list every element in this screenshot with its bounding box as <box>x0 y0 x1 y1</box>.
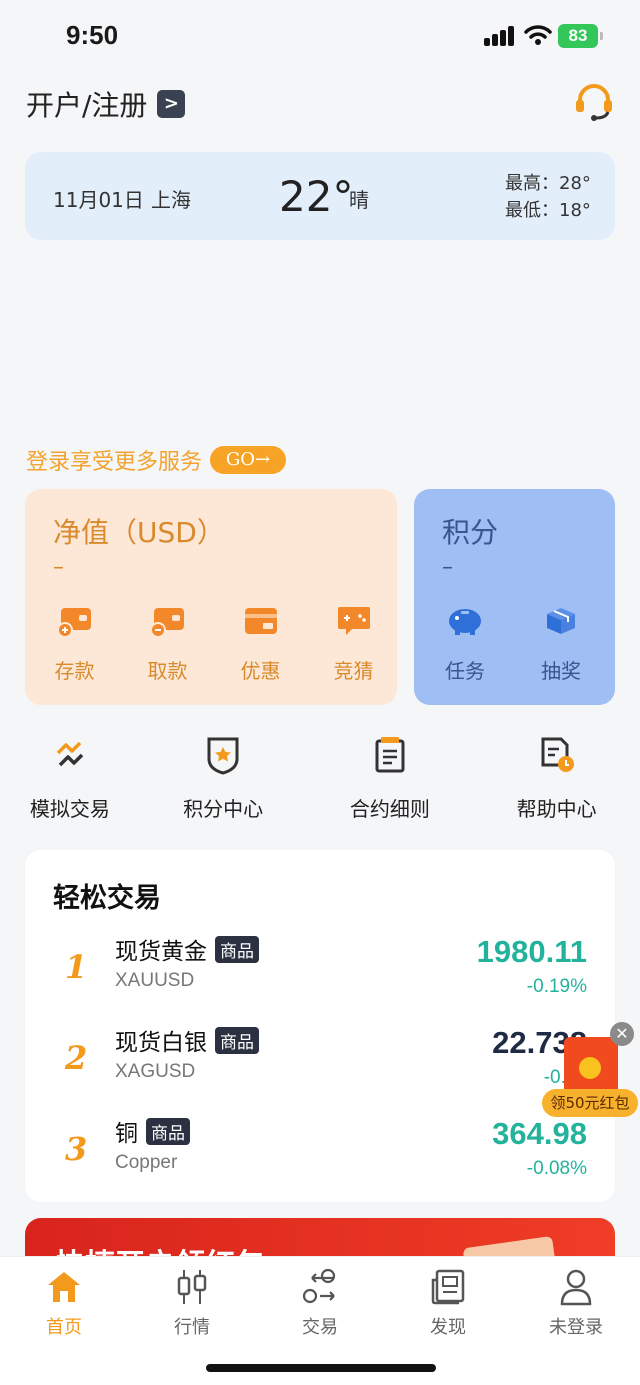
register-title: 开户/注册 <box>26 89 148 122</box>
game-icon <box>310 601 397 641</box>
rank-number: 2 <box>65 1039 88 1077</box>
net-value-amount: – <box>53 555 64 580</box>
easy-trade-title: 轻松交易 <box>53 883 161 914</box>
quick-links: 模拟交易 积分中心 合约细则 帮助中心 <box>0 733 640 822</box>
tab-profile-label: 未登录 <box>549 1317 603 1338</box>
tab-market-label: 行情 <box>174 1317 210 1338</box>
status-bar: 9:50 83 <box>0 0 640 72</box>
lottery-label: 抽奖 <box>541 659 581 683</box>
quick-simulate[interactable]: 模拟交易 <box>0 733 140 822</box>
promo-button[interactable]: 优惠 <box>217 601 304 684</box>
product-code: XAUUSD <box>115 970 195 991</box>
weather-city: 上海 <box>151 188 191 212</box>
product-price: 364.98 <box>492 1116 587 1151</box>
battery-icon: 83 <box>558 24 603 48</box>
trade-row-gold[interactable]: 1 现货黄金 商品 XAUUSD 1980.11 -0.19% <box>25 928 615 1018</box>
weather-date: 11月01日 <box>53 188 144 212</box>
wallet-plus-icon <box>31 601 118 641</box>
quick-help-label: 帮助中心 <box>516 797 597 821</box>
customer-service-icon[interactable] <box>572 82 616 126</box>
discover-icon <box>384 1265 512 1309</box>
register-link[interactable]: 开户/注册 > <box>26 84 186 124</box>
deposit-button[interactable]: 存款 <box>31 601 118 684</box>
withdraw-button[interactable]: 取款 <box>124 601 211 684</box>
easy-trade-card: 轻松交易 1 现货黄金 商品 XAUUSD 1980.11 -0.19% 2 现… <box>25 850 615 1202</box>
quick-points-center[interactable]: 积分中心 <box>140 733 307 822</box>
task-label: 任务 <box>445 659 485 683</box>
tab-trade-label: 交易 <box>302 1317 338 1338</box>
product-change: -0.08% <box>526 1158 587 1179</box>
lottery-button[interactable]: 抽奖 <box>516 601 606 684</box>
net-value-title: 净值（USD） <box>53 516 225 549</box>
weather-card: 11月01日 上海 22° 晴 最高：28° 最低：18° <box>25 152 615 240</box>
points-card[interactable]: 积分 – 任务 抽奖 <box>414 489 615 705</box>
home-icon <box>0 1265 128 1309</box>
weather-high: 最高：28° <box>505 173 591 194</box>
trade-icon <box>256 1265 384 1309</box>
tab-discover-label: 发现 <box>430 1317 466 1338</box>
net-value-card[interactable]: 净值（USD） – 存款 取款 优惠 竞猜 <box>25 489 397 705</box>
points-amount: – <box>442 555 453 580</box>
weather-condition: 晴 <box>349 188 369 212</box>
quick-contract[interactable]: 合约细则 <box>307 733 474 822</box>
login-text: 登录享受更多服务 <box>26 450 203 475</box>
quick-contract-label: 合约细则 <box>349 797 430 821</box>
product-code: XAGUSD <box>115 1061 196 1082</box>
rank-number: 3 <box>65 1130 88 1168</box>
home-indicator[interactable] <box>206 1364 436 1372</box>
chevron-right-icon: > <box>157 90 186 118</box>
points-title: 积分 <box>442 516 499 549</box>
product-name: 铜 <box>115 1121 138 1147</box>
weather-temp: 22° <box>279 172 354 221</box>
red-packet-icon[interactable] <box>564 1037 618 1095</box>
guess-button[interactable]: 竞猜 <box>310 601 397 684</box>
contract-icon <box>307 733 474 777</box>
help-doc-icon <box>473 733 640 777</box>
trade-row-silver[interactable]: 2 现货白银 商品 XAGUSD 22.738 -0.64 <box>25 1019 615 1109</box>
tab-home[interactable]: 首页 <box>0 1257 128 1385</box>
product-name: 现货黄金 <box>115 939 207 965</box>
product-name-row: 铜 商品 <box>115 1114 190 1148</box>
trade-row-copper[interactable]: 3 铜 商品 Copper 364.98 -0.08% <box>25 1110 615 1200</box>
quick-points-center-label: 积分中心 <box>183 797 264 821</box>
close-icon[interactable]: ✕ <box>610 1022 634 1046</box>
withdraw-label: 取款 <box>147 659 188 683</box>
task-button[interactable]: 任务 <box>420 601 510 684</box>
card-icon <box>217 601 304 641</box>
wifi-icon <box>524 24 552 50</box>
product-price: 1980.11 <box>476 934 587 969</box>
product-code: Copper <box>115 1152 178 1173</box>
gift-box-icon <box>516 601 606 641</box>
quick-help[interactable]: 帮助中心 <box>473 733 640 822</box>
simulate-icon <box>0 733 140 777</box>
status-time: 9:50 <box>66 20 119 50</box>
promo-label: 优惠 <box>240 659 281 683</box>
quick-simulate-label: 模拟交易 <box>29 797 110 821</box>
product-tag: 商品 <box>215 1026 259 1054</box>
candlestick-icon <box>128 1265 256 1309</box>
rank-number: 1 <box>65 948 88 986</box>
product-name: 现货白银 <box>115 1030 207 1056</box>
weather-low: 最低：18° <box>505 200 591 221</box>
tab-home-label: 首页 <box>46 1317 82 1338</box>
signal-icon <box>484 26 516 46</box>
go-button[interactable]: GO→ <box>210 446 287 474</box>
deposit-label: 存款 <box>54 659 95 683</box>
badge-icon <box>140 733 307 777</box>
login-prompt[interactable]: 登录享受更多服务 GO→ <box>26 444 287 476</box>
guess-label: 竞猜 <box>333 659 374 683</box>
wallet-minus-icon <box>124 601 211 641</box>
product-tag: 商品 <box>146 1117 190 1145</box>
tab-profile[interactable]: 未登录 <box>512 1257 640 1385</box>
product-name-row: 现货黄金 商品 <box>115 932 259 966</box>
product-change: -0.19% <box>526 976 587 997</box>
product-tag: 商品 <box>215 935 259 963</box>
red-packet-label[interactable]: 领50元红包 <box>542 1089 638 1117</box>
user-icon <box>512 1265 640 1309</box>
piggy-icon <box>420 601 510 641</box>
product-name-row: 现货白银 商品 <box>115 1023 259 1057</box>
weather-high-low: 最高：28° 最低：18° <box>505 170 591 224</box>
